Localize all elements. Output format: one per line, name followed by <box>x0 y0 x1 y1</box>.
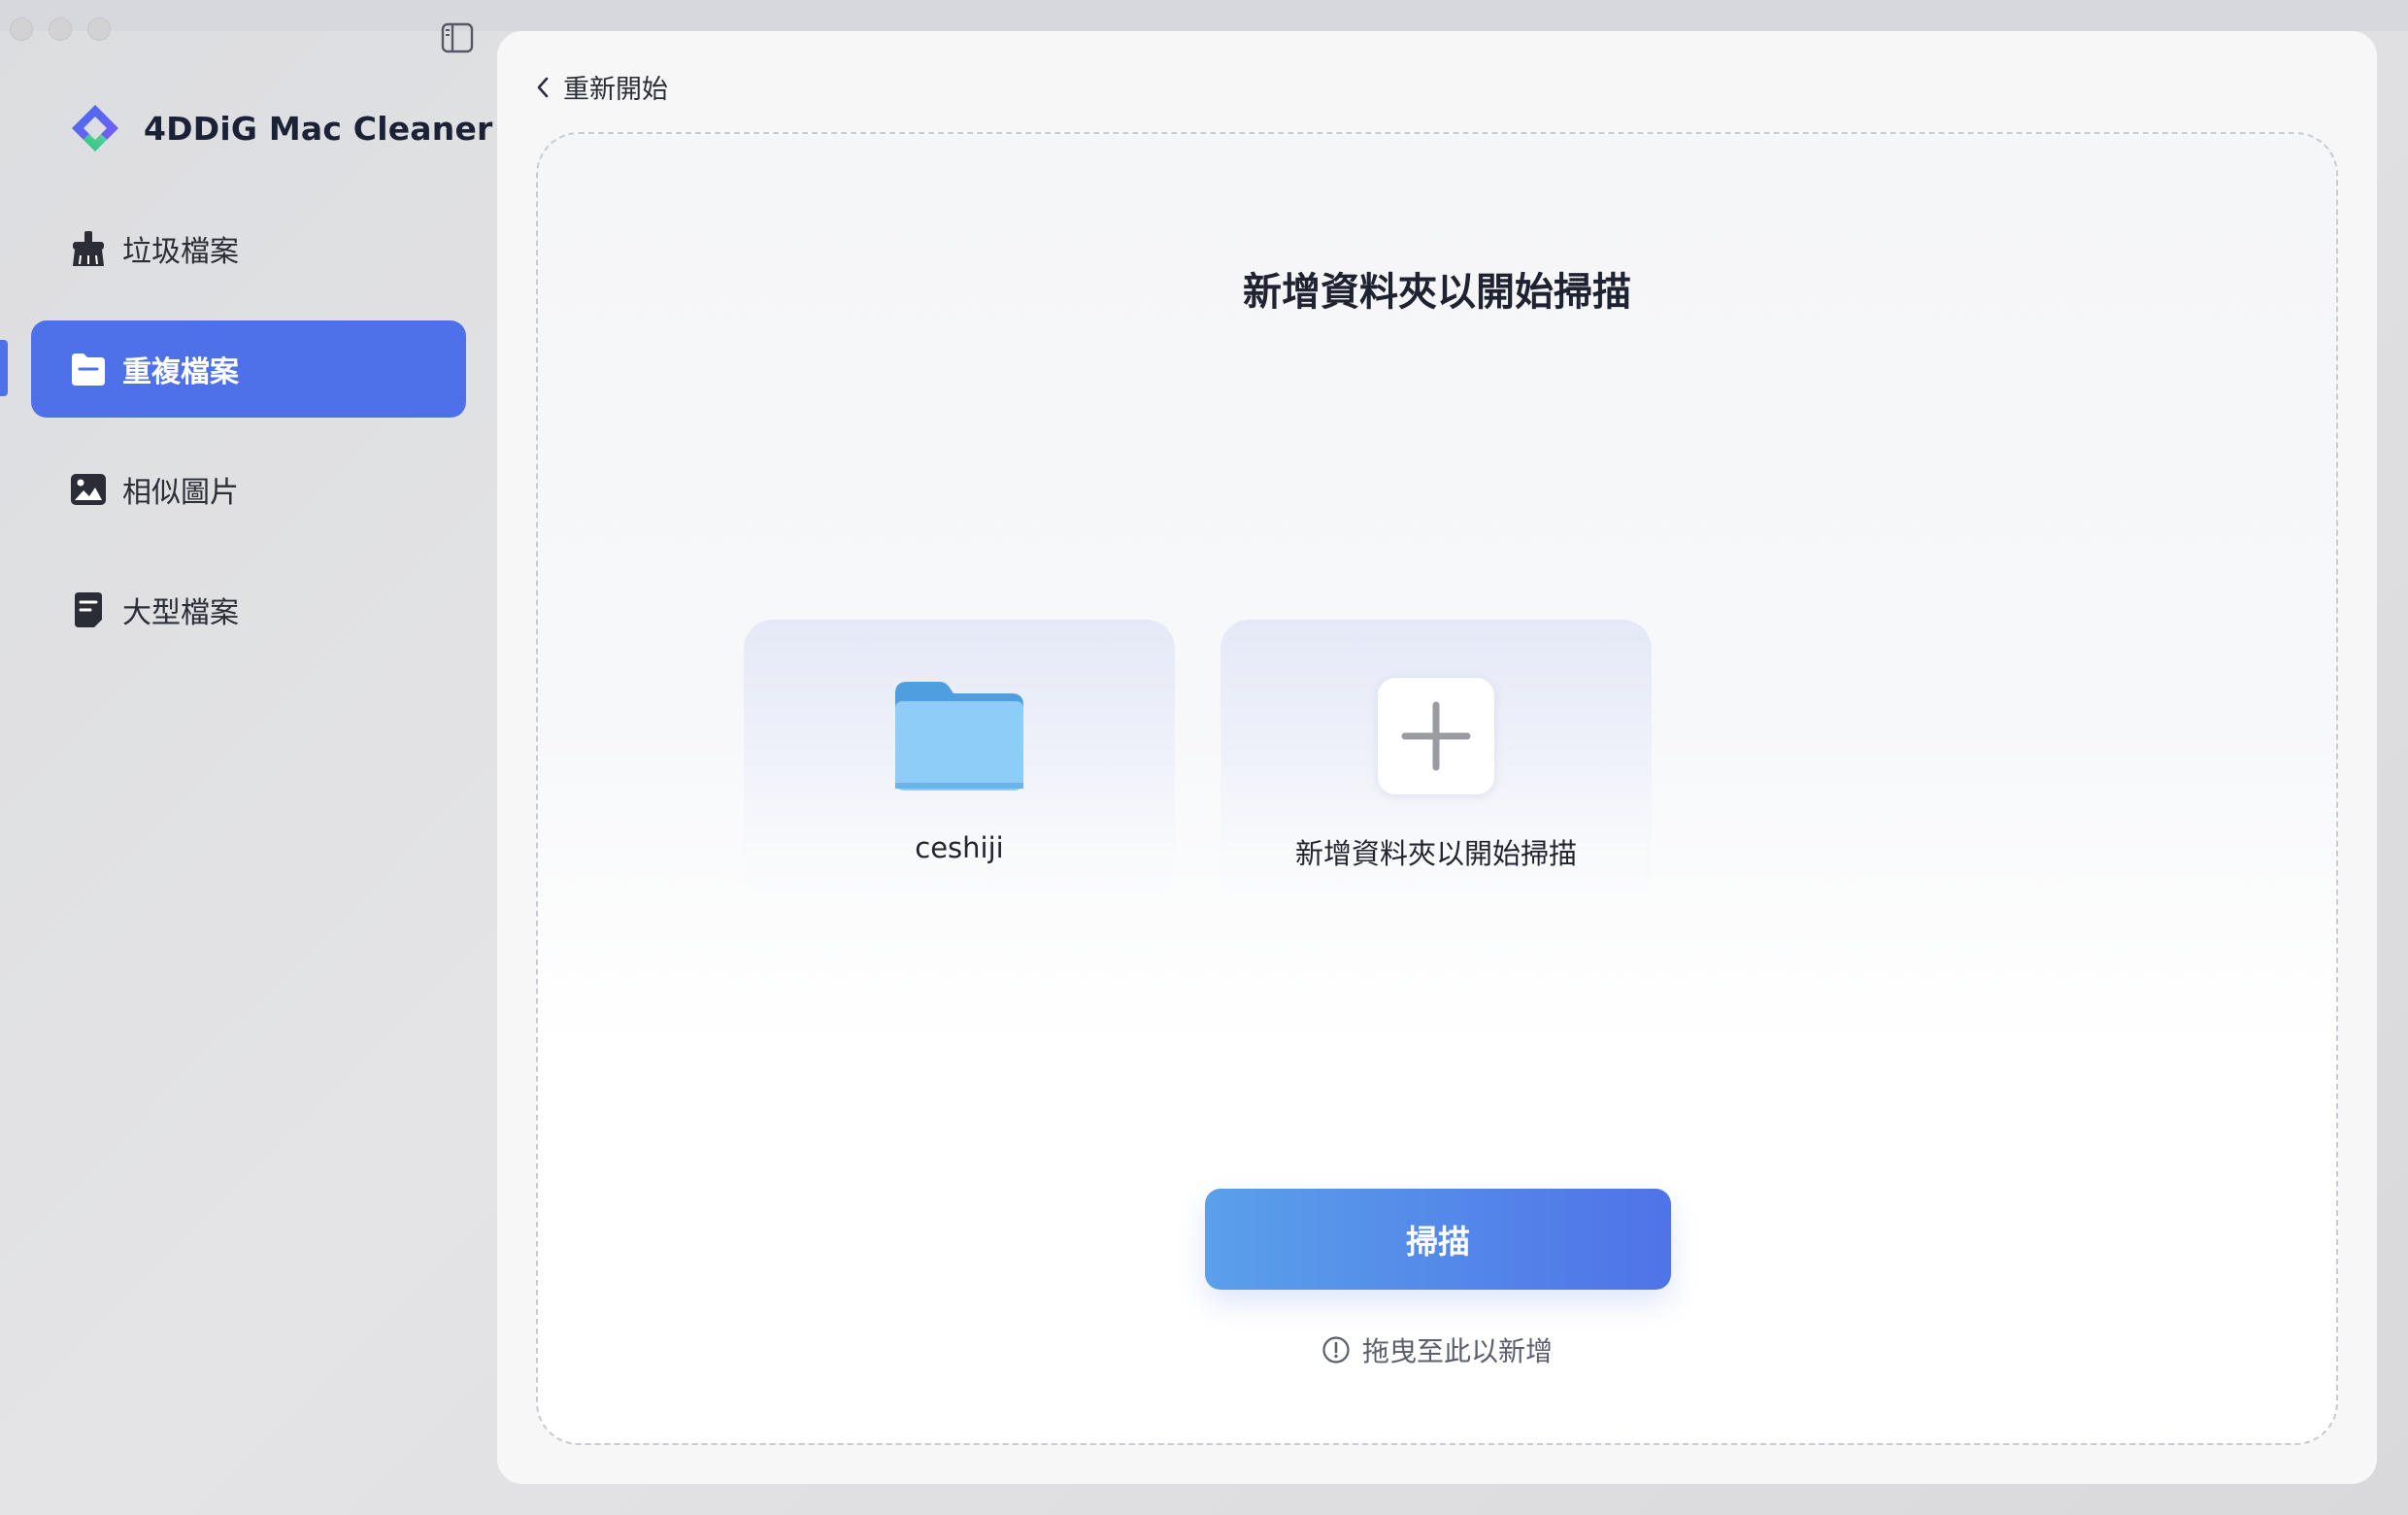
sidebar-toggle-button[interactable] <box>441 21 474 54</box>
sidebar-item-label: 垃圾檔案 <box>122 235 239 269</box>
active-nav-marker <box>0 340 8 396</box>
drag-hint: 拖曳至此以新增 <box>538 1330 2336 1369</box>
close-window-button[interactable] <box>10 17 33 41</box>
folder-icon <box>895 682 1023 791</box>
sidebar-item-label: 重複檔案 <box>122 355 239 389</box>
sidebar-item-large-files[interactable]: 大型檔案 <box>31 561 466 658</box>
info-icon <box>1322 1336 1350 1364</box>
app-name: 4DDiG Mac Cleaner <box>144 109 493 148</box>
plus-icon <box>1401 701 1471 771</box>
image-icon <box>68 469 109 510</box>
sidebar-item-label: 相似圖片 <box>122 476 239 510</box>
sidebar-toggle-icon <box>441 22 474 53</box>
add-folder-label: 新增資料夾以開始掃描 <box>1294 837 1577 870</box>
scan-button[interactable]: 掃描 <box>1205 1189 1671 1290</box>
drop-zone-title: 新增資料夾以開始掃描 <box>1243 270 1631 315</box>
zoom-window-button[interactable] <box>87 17 111 41</box>
large-file-icon <box>68 589 109 630</box>
sidebar-item-label: 大型檔案 <box>122 596 239 630</box>
chevron-left-icon <box>537 77 549 97</box>
add-folder-button[interactable] <box>1378 678 1494 794</box>
restart-back-button[interactable]: 重新開始 <box>536 68 668 106</box>
folder-card[interactable]: ceshiji <box>744 620 1175 901</box>
brand: 4DDiG Mac Cleaner <box>68 101 493 155</box>
sidebar-item-junk-files[interactable]: 垃圾檔案 <box>31 200 466 297</box>
drag-hint-text: 拖曳至此以新增 <box>1361 1335 1553 1367</box>
main-panel: 重新開始 新增資料夾以開始掃描 ceshiji 新增資料夾以開始掃描 掃描 拖曳… <box>497 31 2377 1484</box>
folder-name: ceshiji <box>915 831 1004 864</box>
add-folder-card[interactable]: 新增資料夾以開始掃描 <box>1221 620 1652 901</box>
window-controls <box>10 17 111 41</box>
folder-drop-zone[interactable]: 新增資料夾以開始掃描 ceshiji 新增資料夾以開始掃描 掃描 拖曳至此以新增 <box>536 132 2338 1445</box>
duplicate-file-icon <box>68 349 109 389</box>
sidebar-item-similar-images[interactable]: 相似圖片 <box>31 441 466 538</box>
minimize-window-button[interactable] <box>49 17 72 41</box>
app-logo-icon <box>72 105 118 152</box>
sidebar: 4DDiG Mac Cleaner 垃圾檔案 重複檔案 相似圖片 大型檔案 <box>0 0 495 1515</box>
back-label: 重新開始 <box>563 75 668 105</box>
sidebar-item-duplicate-files[interactable]: 重複檔案 <box>31 320 466 418</box>
broom-icon <box>68 228 109 269</box>
